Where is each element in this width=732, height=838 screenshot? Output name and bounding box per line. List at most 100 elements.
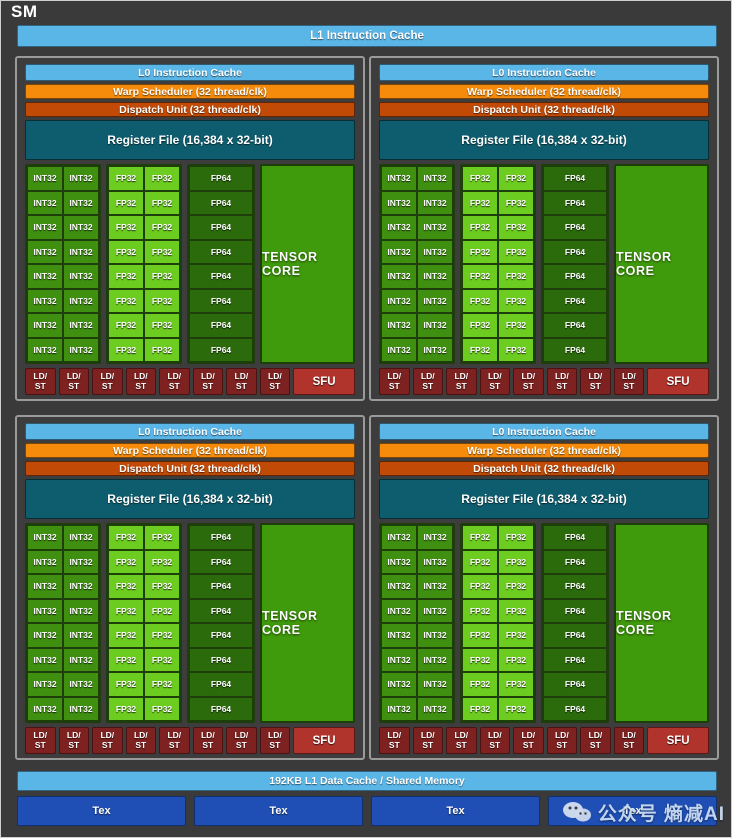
fp32-unit: FP32 [144,239,180,264]
l0-instruction-cache: L0 Instruction Cache [379,64,709,81]
fp32-unit: FP32 [462,264,498,289]
fp32-unit: FP32 [144,337,180,362]
int32-unit: INT32 [27,696,63,721]
int32-unit: INT32 [27,264,63,289]
sfu-unit: SFU [293,727,355,754]
fp64-unit: FP64 [543,574,607,599]
fp32-unit: FP32 [144,288,180,313]
register-file: Register File (16,384 x 32-bit) [25,120,355,160]
fp32-unit: FP32 [462,598,498,623]
register-file: Register File (16,384 x 32-bit) [379,120,709,160]
fp32-unit: FP32 [108,574,144,599]
int32-unit: INT32 [417,574,453,599]
load-store-unit: LD/ST [613,727,645,754]
int32-unit: INT32 [27,647,63,672]
fp32-column: FP32 FP32 FP32 FP32 FP32 FP32 FP32 FP32 [498,525,534,721]
fp64-unit: FP64 [189,696,253,721]
fp32-unit: FP32 [462,623,498,648]
fp32-unit: FP32 [108,166,144,191]
warp-scheduler: Warp Scheduler (32 thread/clk) [25,84,355,99]
fp64-group: FP64 FP64 FP64 FP64 FP64 FP64 FP64 FP64 [541,523,609,723]
l0-instruction-cache: L0 Instruction Cache [25,64,355,81]
fp32-unit: FP32 [498,288,534,313]
fp64-column: FP64 FP64 FP64 FP64 FP64 FP64 FP64 FP64 [189,525,253,721]
load-store-unit: LD/ST [479,368,511,395]
load-store-unit: LD/ST [446,727,477,754]
processing-block-top-left: L0 Instruction Cache Warp Scheduler (32 t… [15,56,365,401]
int32-column: INT32 INT32 INT32 INT32 INT32 INT32 INT32 INT32 [27,525,63,721]
int32-unit: INT32 [63,623,99,648]
dispatch-unit: Dispatch Unit (32 thread/clk) [25,102,355,117]
fp32-unit: FP32 [144,598,180,623]
load-store-unit: LD/ST [412,727,444,754]
fp64-unit: FP64 [543,239,607,264]
load-store-unit: LD/ST [159,368,190,395]
texture-unit: Tex [17,796,186,826]
fp32-unit: FP32 [144,647,180,672]
fp32-unit: FP32 [462,239,498,264]
load-store-unit: LD/ST [580,727,611,754]
warp-scheduler: Warp Scheduler (32 thread/clk) [25,443,355,458]
fp64-unit: FP64 [543,525,607,550]
texture-unit: Tex [194,796,363,826]
load-store-unit: LD/ST [259,368,291,395]
int32-unit: INT32 [63,337,99,362]
fp32-unit: FP32 [498,696,534,721]
load-store-unit: LD/ST [159,727,190,754]
int32-unit: INT32 [63,647,99,672]
int32-unit: INT32 [417,525,453,550]
fp64-unit: FP64 [189,672,253,697]
fp32-unit: FP32 [144,313,180,338]
int32-unit: INT32 [63,598,99,623]
texture-unit-row: Tex Tex Tex Tex [17,796,717,826]
int32-unit: INT32 [381,264,417,289]
fp32-unit: FP32 [462,337,498,362]
load-store-unit: LD/ST [226,368,257,395]
core-unit-grid: INT32 INT32 INT32 INT32 INT32 INT32 INT32 INT32… [25,523,355,723]
int32-unit: INT32 [417,166,453,191]
fp32-unit: FP32 [108,337,144,362]
l0-instruction-cache: L0 Instruction Cache [25,423,355,440]
fp32-unit: FP32 [108,672,144,697]
fp32-unit: FP32 [462,288,498,313]
int32-unit: INT32 [27,672,63,697]
texture-unit: Tex [548,796,717,826]
int32-unit: INT32 [63,574,99,599]
int32-unit: INT32 [27,598,63,623]
fp32-group: FP32 FP32 FP32 FP32 FP32 FP32 FP32 FP32 FP32 FP32… [460,523,536,723]
int32-unit: INT32 [381,525,417,550]
int32-group: INT32 INT32 INT32 INT32 INT32 INT32 INT32 INT32… [25,164,101,364]
fp32-unit: FP32 [498,598,534,623]
int32-unit: INT32 [417,549,453,574]
l1-instruction-cache-block: L1 Instruction Cache [17,25,717,47]
int32-unit: INT32 [63,549,99,574]
int32-unit: INT32 [27,574,63,599]
fp64-unit: FP64 [189,337,253,362]
fp32-unit: FP32 [462,696,498,721]
int32-unit: INT32 [27,215,63,240]
int32-unit: INT32 [417,313,453,338]
load-store-unit: LD/ST [379,368,410,395]
fp64-column: FP64 FP64 FP64 FP64 FP64 FP64 FP64 FP64 [543,525,607,721]
fp32-unit: FP32 [498,215,534,240]
load-store-unit: LD/ST [479,727,511,754]
core-unit-grid: INT32 INT32 INT32 INT32 INT32 INT32 INT32 INT32… [25,164,355,364]
fp32-unit: FP32 [144,672,180,697]
int32-unit: INT32 [63,525,99,550]
load-store-row: LD/ST LD/ST LD/ST LD/ST LD/ST LD/ST LD/ST LD/ST… [379,368,709,395]
int32-unit: INT32 [63,696,99,721]
fp32-unit: FP32 [498,313,534,338]
fp32-unit: FP32 [498,264,534,289]
int32-unit: INT32 [381,696,417,721]
fp32-unit: FP32 [498,337,534,362]
l0-instruction-cache: L0 Instruction Cache [379,423,709,440]
fp32-unit: FP32 [144,525,180,550]
fp32-unit: FP32 [462,672,498,697]
fp32-unit: FP32 [462,313,498,338]
fp32-unit: FP32 [462,525,498,550]
load-store-row: LD/ST LD/ST LD/ST LD/ST LD/ST LD/ST LD/ST LD/ST… [25,727,355,754]
fp32-unit: FP32 [144,574,180,599]
int32-unit: INT32 [27,190,63,215]
int32-unit: INT32 [417,696,453,721]
load-store-unit: LD/ST [613,368,645,395]
